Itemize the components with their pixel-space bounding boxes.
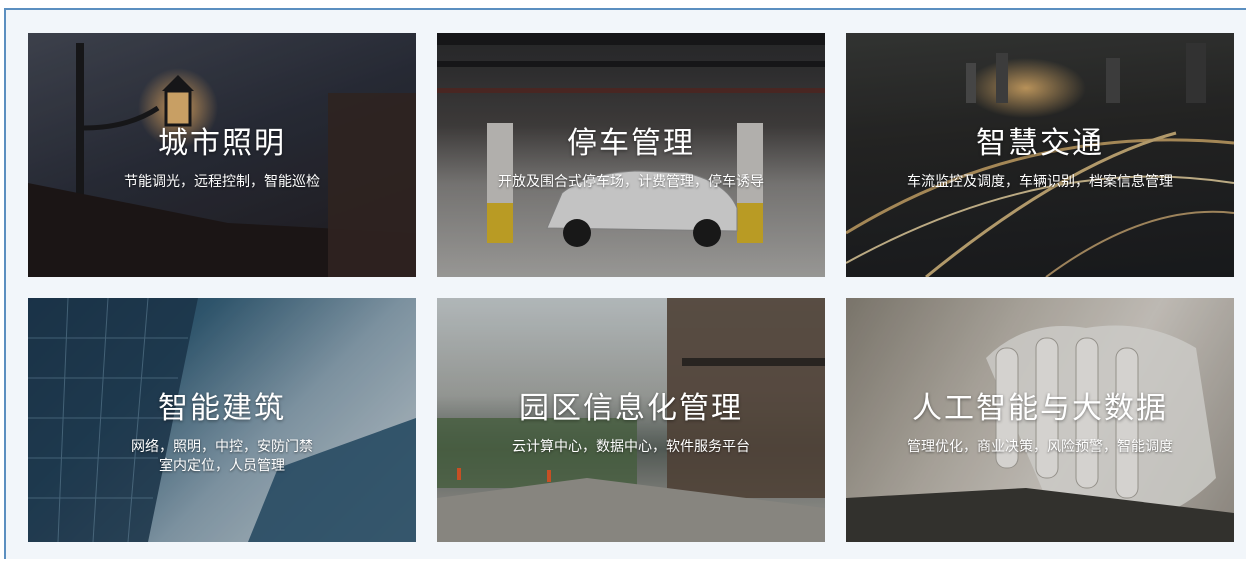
card-description: 开放及围合式停车场，计费管理，停车诱导 [498,174,764,190]
card-city-lighting[interactable]: 城市照明 节能调光，远程控制，智能巡检 [28,33,416,277]
card-description: 网络，照明，中控，安防门禁 室内定位，人员管理 [131,439,313,474]
card-description: 车流监控及调度，车辆识别，档案信息管理 [907,174,1173,190]
card-parking-management[interactable]: 停车管理 开放及围合式停车场，计费管理，停车诱导 [437,33,825,277]
card-description: 云计算中心，数据中心，软件服务平台 [512,439,750,455]
card-smart-transportation[interactable]: 智慧交通 车流监控及调度，车辆识别，档案信息管理 [846,33,1234,277]
card-park-informatization[interactable]: 园区信息化管理 云计算中心，数据中心，软件服务平台 [437,298,825,542]
card-smart-building[interactable]: 智能建筑 网络，照明，中控，安防门禁 室内定位，人员管理 [28,298,416,542]
card-description: 节能调光，远程控制，智能巡检 [124,174,320,190]
card-title: 园区信息化管理 [519,391,743,426]
card-description: 管理优化，商业决策，风险预警，智能调度 [907,439,1173,455]
card-title: 停车管理 [567,126,695,161]
card-title: 智能建筑 [158,391,286,426]
card-title: 城市照明 [158,126,286,161]
card-ai-big-data[interactable]: 人工智能与大数据 管理优化，商业决策，风险预警，智能调度 [846,298,1234,542]
card-title: 人工智能与大数据 [912,391,1168,426]
card-title: 智慧交通 [976,126,1104,161]
